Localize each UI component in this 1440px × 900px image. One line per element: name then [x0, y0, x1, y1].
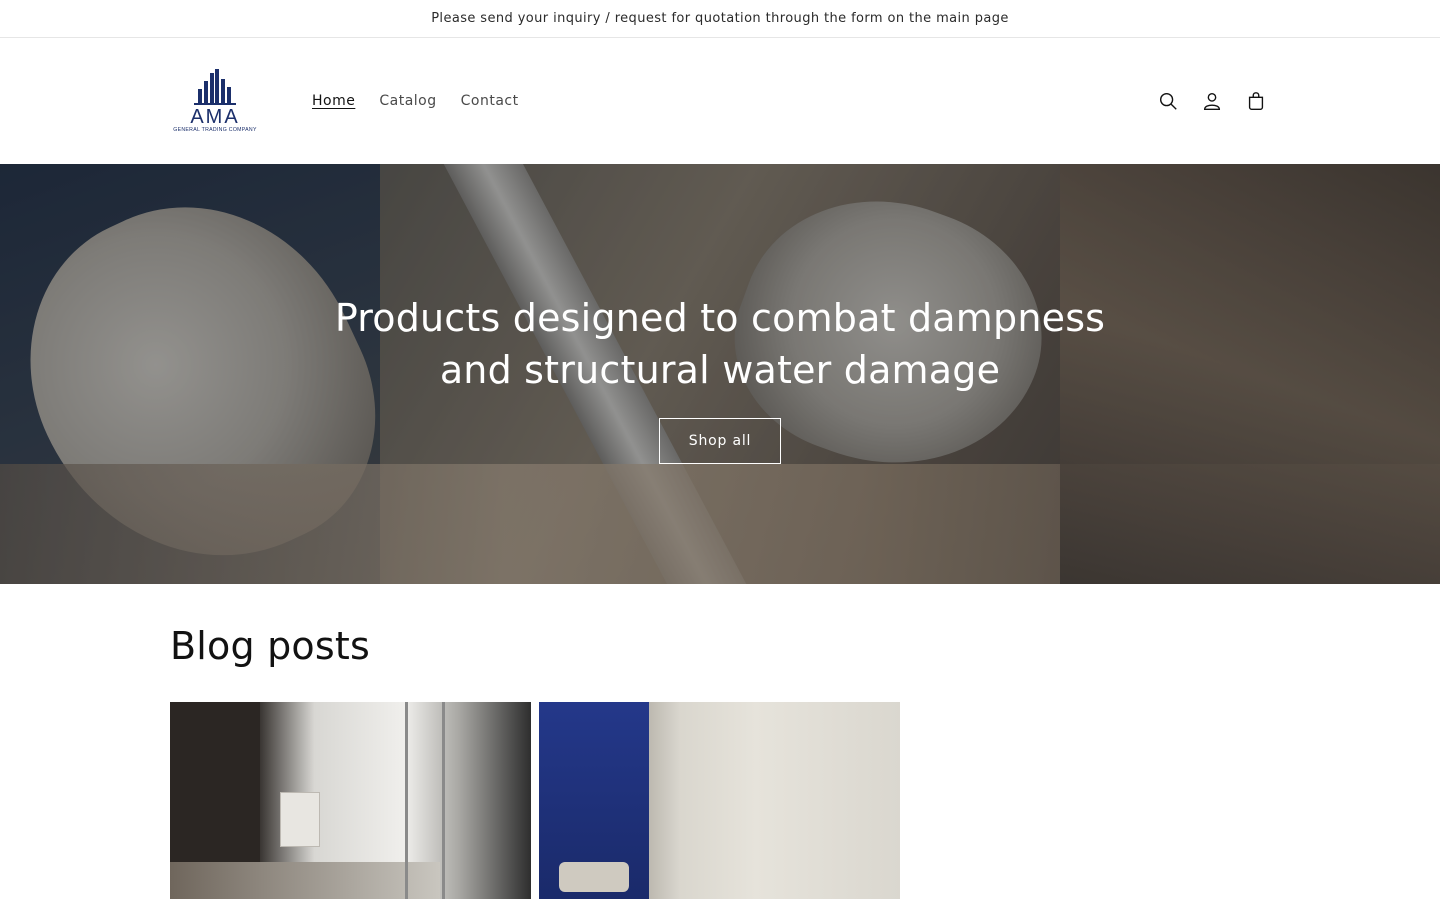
cart-button[interactable] — [1238, 83, 1274, 119]
cart-icon — [1248, 92, 1264, 110]
account-icon — [1203, 92, 1221, 110]
nav-item-catalog[interactable]: Catalog — [367, 87, 448, 115]
search-icon — [1159, 92, 1177, 110]
hero-title: Products designed to combat dampness and… — [334, 296, 1106, 392]
logo-tagline: GENERAL TRADING COMPANY — [173, 127, 257, 133]
announcement-text: Please send your inquiry / request for q… — [431, 11, 1009, 26]
account-button[interactable] — [1194, 83, 1230, 119]
search-button[interactable] — [1150, 83, 1186, 119]
blog-grid — [170, 702, 1270, 899]
blog-image-wall-corner — [649, 702, 679, 899]
logo-buildings-icon — [194, 69, 236, 105]
blog-image-shoe — [559, 862, 629, 892]
hero-content: Products designed to combat dampness and… — [0, 164, 1440, 584]
logo-name: AMA — [190, 106, 240, 128]
nav-item-home[interactable]: Home — [300, 87, 367, 115]
logo[interactable]: AMA GENERAL TRADING COMPANY — [170, 66, 260, 136]
blog-image-panel — [280, 792, 320, 847]
blog-section: Blog posts — [0, 584, 1440, 899]
nav-item-contact[interactable]: Contact — [449, 87, 531, 115]
blog-post-card[interactable] — [539, 702, 900, 899]
blog-image-ladder — [405, 702, 445, 899]
main-nav: Home Catalog Contact — [300, 87, 531, 115]
blog-image-floor — [170, 862, 440, 899]
blog-heading: Blog posts — [170, 624, 370, 668]
header-icons — [1150, 38, 1274, 164]
hero-banner: Products designed to combat dampness and… — [0, 164, 1440, 584]
shop-all-button[interactable]: Shop all — [659, 418, 781, 464]
announcement-bar: Please send your inquiry / request for q… — [0, 0, 1440, 38]
site-header: AMA GENERAL TRADING COMPANY Home Catalog… — [0, 38, 1440, 164]
blog-post-card[interactable] — [170, 702, 531, 899]
